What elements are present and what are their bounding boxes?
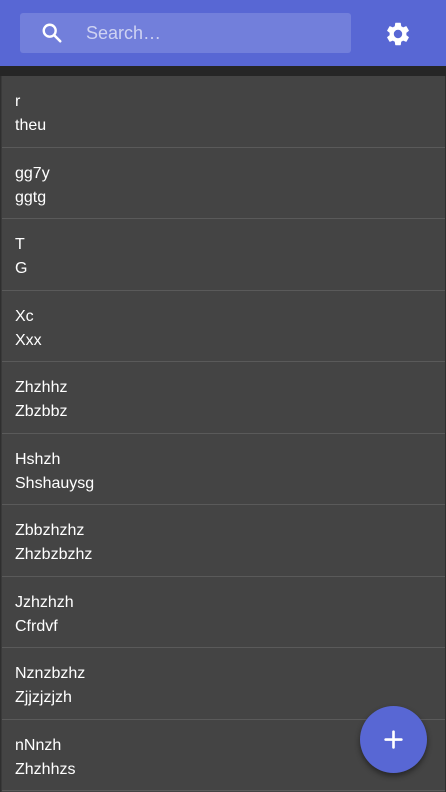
list-item[interactable]: gg7y ggtg: [2, 148, 445, 219]
list-item-title: Xc: [15, 307, 34, 325]
list-item[interactable]: r theu: [2, 76, 445, 148]
list-item-title: gg7y: [15, 164, 50, 182]
list-item[interactable]: Zbbzhzhz Zhzbzbzhz: [2, 505, 445, 577]
list-item-subtitle: Zhzbzbzhz: [15, 546, 93, 563]
add-button[interactable]: [360, 706, 427, 773]
plus-icon: [384, 730, 403, 749]
list-item-subtitle: G: [15, 260, 28, 277]
list-item-subtitle: ggtg: [15, 188, 47, 206]
list-item[interactable]: Xc Xxx: [2, 291, 445, 362]
list-item-subtitle: Xxx: [15, 331, 42, 349]
list-item-title: Nznzbzhz: [15, 665, 86, 682]
app-root: r theu gg7y ggtg T G Xc Xxx Zhzhhz Zbzbb…: [0, 0, 446, 792]
gear-icon[interactable]: [384, 20, 412, 48]
list-item[interactable]: T G: [2, 219, 445, 291]
list-item-subtitle: Zjjzjzjzh: [15, 689, 72, 706]
list-item[interactable]: Jzhzhzh Cfrdvf: [2, 577, 445, 648]
list-item-subtitle: Zbzbbz: [15, 403, 68, 420]
note-list: r theu gg7y ggtg T G Xc Xxx Zhzhhz Zbzbb…: [1, 76, 445, 792]
header-shadow: [0, 66, 446, 76]
list-item-subtitle: Cfrdvf: [15, 617, 58, 635]
list-item[interactable]: Zhzhhz Zbzbbz: [2, 362, 445, 434]
list-item-title: r: [15, 93, 21, 110]
list-item-title: Zhzhhz: [15, 379, 68, 396]
list-item-subtitle: Shshauysg: [15, 474, 95, 492]
list-item-title: Zbbzhzhz: [15, 522, 85, 539]
search-box[interactable]: [20, 13, 351, 53]
list-item[interactable]: Hshzh Shshauysg: [2, 434, 445, 505]
list-item-title: Hshzh: [15, 450, 61, 468]
search-input[interactable]: [86, 13, 341, 53]
list-item-title: Jzhzhzh: [15, 593, 74, 611]
list-item-subtitle: theu: [15, 117, 47, 134]
search-icon: [42, 23, 62, 43]
app-header: [0, 0, 446, 66]
list-item-title: T: [15, 236, 25, 253]
